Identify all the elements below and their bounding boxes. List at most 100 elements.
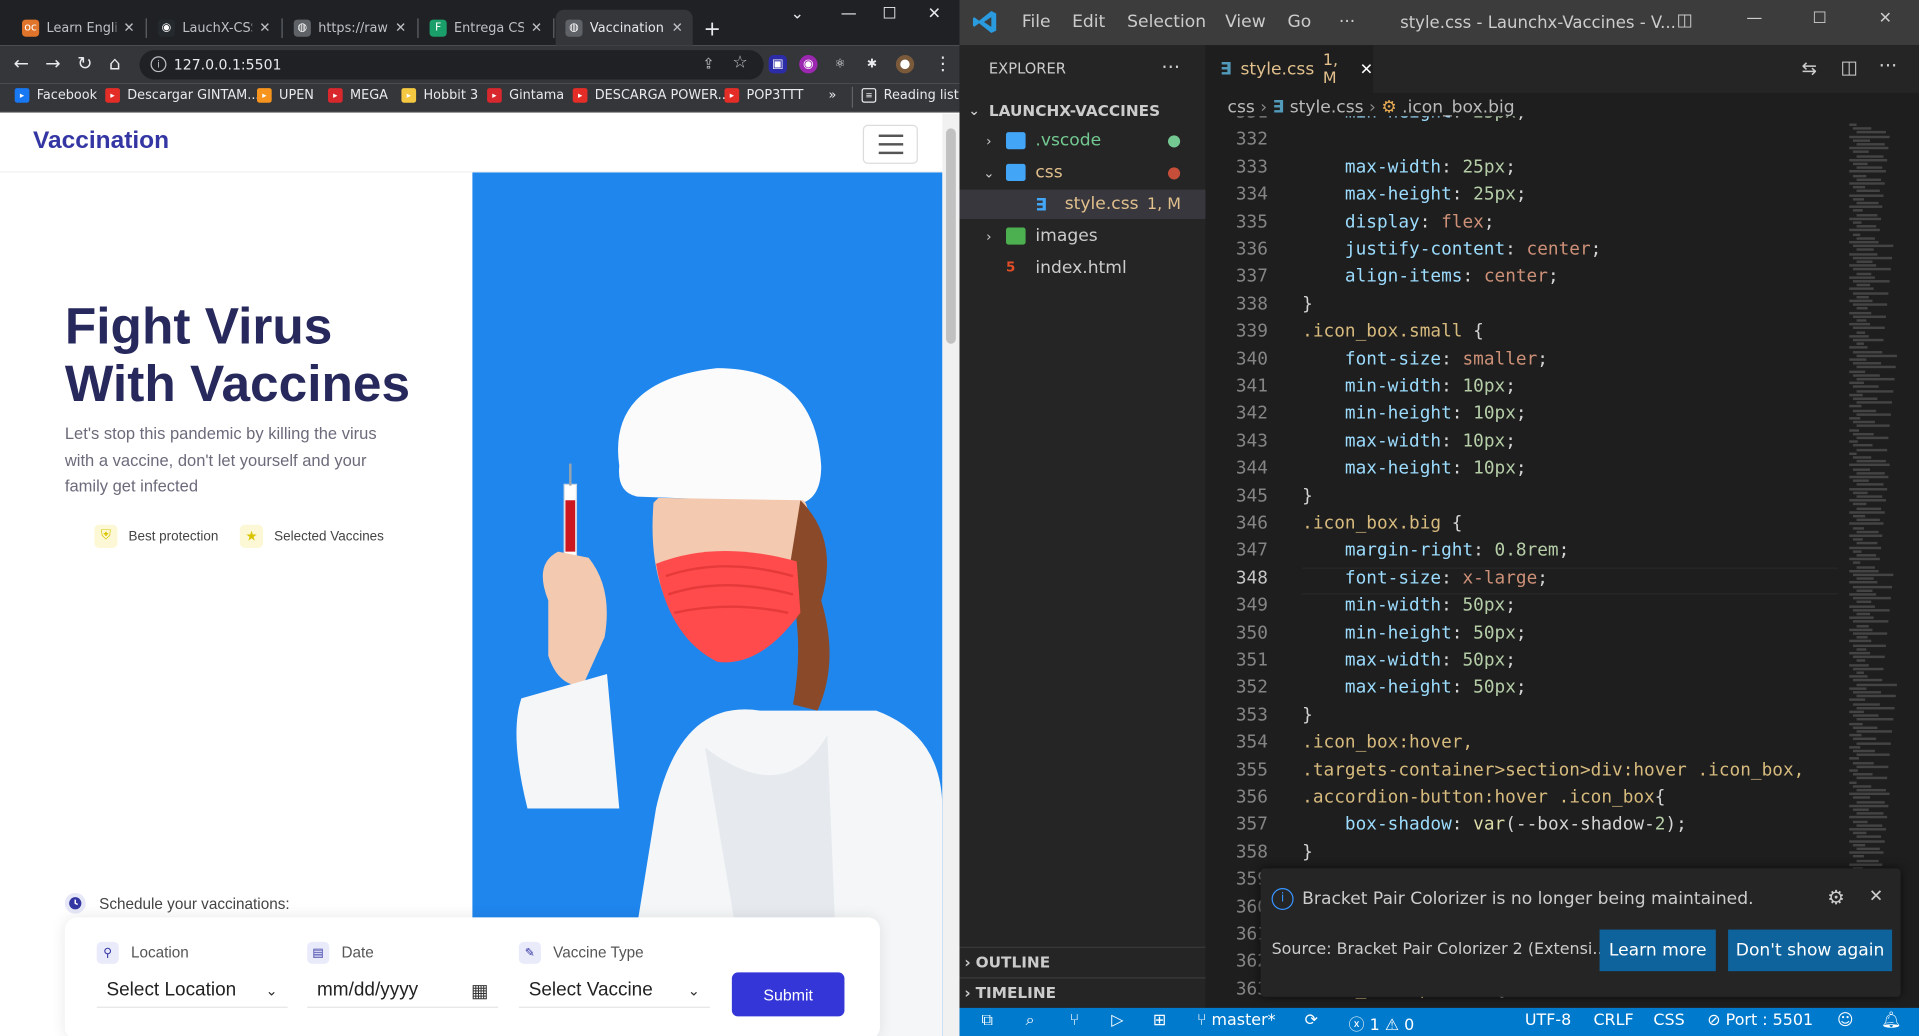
code-line[interactable]: .icon_box.big { bbox=[1302, 514, 1462, 534]
browser-tab[interactable]: oc Learn English ✕ bbox=[12, 10, 144, 45]
forward-icon[interactable]: → bbox=[45, 53, 60, 75]
date-input[interactable]: mm/dd/yyyy ▦ bbox=[307, 974, 499, 1008]
profile-avatar[interactable]: ● bbox=[895, 55, 915, 74]
close-window-icon[interactable]: ✕ bbox=[928, 5, 941, 23]
code-line[interactable]: max-width: 25px; bbox=[1302, 158, 1516, 178]
close-tab-icon[interactable]: ✕ bbox=[123, 20, 134, 36]
live-server-indicator[interactable]: ⊘ Port : 5501 bbox=[1707, 1012, 1813, 1030]
tree-item[interactable]: 5 index.html bbox=[959, 253, 1205, 282]
breadcrumb-item[interactable]: css bbox=[1228, 98, 1255, 118]
bookmark-item[interactable]: ▸ UPEN bbox=[257, 88, 314, 103]
code-line[interactable]: .targets-container>section>div:hover .ic… bbox=[1302, 760, 1804, 780]
bookmark-item[interactable]: ▸ MEGA bbox=[327, 88, 388, 103]
react-devtools-icon[interactable]: ⚛ bbox=[831, 55, 849, 73]
extension-icon[interactable]: ▣ bbox=[768, 55, 787, 74]
code-editor[interactable]: ∃ style.css 1, M ✕ ⇆ ◫ ··· css › ∃ style… bbox=[1205, 45, 1919, 1008]
dont-show-again-button[interactable]: Don't show again bbox=[1728, 929, 1893, 972]
bookmark-item[interactable]: ▸ DESCARGA POWER... bbox=[572, 88, 730, 103]
code-line[interactable]: max-height: 25px; bbox=[1302, 185, 1527, 205]
tree-item[interactable]: › images bbox=[959, 221, 1205, 250]
location-field[interactable]: ⚲ Location Select Location ⌄ bbox=[96, 941, 288, 1008]
bookmark-item[interactable]: ▸ POP3TTT bbox=[724, 88, 803, 103]
breadcrumb-item[interactable]: .icon_box.big bbox=[1402, 98, 1514, 118]
site-brand[interactable]: Vaccination bbox=[33, 127, 169, 155]
home-icon[interactable]: ⌂ bbox=[109, 53, 121, 75]
code-line[interactable]: .icon_box:hover, bbox=[1302, 733, 1473, 753]
page-scrollbar[interactable] bbox=[942, 113, 960, 1036]
outline-section[interactable]: › OUTLINE bbox=[959, 946, 1206, 976]
date-field[interactable]: ▤ Date mm/dd/yyyy ▦ bbox=[307, 941, 499, 1008]
close-tab-icon[interactable]: ✕ bbox=[531, 20, 542, 36]
code-line[interactable]: box-shadow: var(--box-shadow-2); bbox=[1302, 815, 1687, 835]
code-line[interactable]: align-items: center; bbox=[1302, 267, 1559, 287]
bookmark-star-icon[interactable]: ☆ bbox=[732, 53, 747, 73]
calendar-icon[interactable]: ▦ bbox=[471, 979, 488, 1001]
submit-button[interactable]: Submit bbox=[731, 972, 845, 1017]
tree-item[interactable]: ⌄ css ● bbox=[959, 158, 1205, 187]
menu-item[interactable]: Go bbox=[1287, 12, 1311, 32]
code-line[interactable]: } bbox=[1302, 842, 1313, 862]
eol-indicator[interactable]: CRLF bbox=[1593, 1012, 1633, 1030]
notifications-bell-icon[interactable]: 🔔︎ bbox=[1881, 1012, 1901, 1030]
back-icon[interactable]: ← bbox=[13, 53, 28, 75]
vaccine-type-field[interactable]: ✎ Vaccine Type Select Vaccine ⌄ bbox=[518, 941, 710, 1008]
browser-tab[interactable]: ◉ LauchX-CSS/ ✕ bbox=[148, 10, 280, 45]
extensions-icon[interactable]: ⊞ bbox=[1153, 1012, 1166, 1030]
menu-kebab-icon[interactable]: ⋮ bbox=[934, 53, 952, 75]
vaccine-select[interactable]: Select Vaccine ⌄ bbox=[518, 974, 710, 1008]
gear-icon[interactable]: ⚙ bbox=[1827, 886, 1845, 909]
code-line[interactable]: font-size: x-large; bbox=[1302, 569, 1548, 589]
share-icon[interactable]: ⇪ bbox=[702, 55, 714, 72]
bookmark-item[interactable]: ▸ Gintama bbox=[487, 88, 564, 103]
layout-icon[interactable]: ◫ bbox=[1677, 11, 1693, 31]
minimize-icon[interactable]: — bbox=[841, 5, 857, 23]
sync-icon[interactable]: ⟳ bbox=[1305, 1012, 1318, 1030]
open-changes-icon[interactable]: ⇆ bbox=[1802, 57, 1817, 79]
code-line[interactable]: font-size: smaller; bbox=[1302, 349, 1548, 369]
close-window-icon[interactable]: ✕ bbox=[1879, 10, 1892, 28]
reading-list-button[interactable]: ≡ Reading list bbox=[861, 88, 959, 103]
tree-item[interactable]: ∃ style.css 1, M bbox=[959, 189, 1206, 219]
close-icon[interactable]: ✕ bbox=[1869, 887, 1883, 907]
code-line[interactable]: max-width: 10px; bbox=[1302, 432, 1516, 452]
code-line[interactable]: } bbox=[1302, 706, 1313, 726]
source-control-icon[interactable]: ⑂ bbox=[1070, 1012, 1080, 1030]
code-line[interactable]: min-height: 50px; bbox=[1302, 623, 1527, 643]
code-line[interactable]: min-height: 25px; bbox=[1302, 116, 1527, 122]
address-bar[interactable]: i 127.0.0.1:5501 ⇪ ☆ bbox=[139, 50, 764, 80]
code-line[interactable]: } bbox=[1302, 486, 1313, 506]
split-editor-icon[interactable]: ◫ bbox=[1841, 56, 1858, 78]
browser-tab[interactable]: ◍ Vaccination ✕ bbox=[555, 9, 693, 46]
more-actions-icon[interactable]: ··· bbox=[1879, 54, 1898, 77]
menu-item[interactable]: Selection bbox=[1127, 12, 1206, 32]
browser-tab[interactable]: F Entrega CSS ✕ bbox=[420, 10, 552, 45]
code-line[interactable]: max-height: 10px; bbox=[1302, 459, 1527, 479]
editor-tab-style-css[interactable]: ∃ style.css 1, M ✕ bbox=[1205, 45, 1374, 93]
code-line[interactable]: justify-content: center; bbox=[1302, 240, 1601, 260]
bookmarks-overflow-button[interactable]: » bbox=[829, 88, 837, 103]
feedback-icon[interactable]: ☺ bbox=[1837, 1012, 1854, 1030]
code-line[interactable]: min-width: 10px; bbox=[1302, 377, 1516, 397]
bookmark-item[interactable]: ▸ Hobbit 3 bbox=[401, 88, 478, 103]
code-line[interactable]: margin-right: 0.8rem; bbox=[1302, 541, 1569, 561]
maximize-icon[interactable]: ☐ bbox=[1813, 10, 1827, 28]
menu-item[interactable]: ··· bbox=[1339, 12, 1355, 32]
code-line[interactable]: min-width: 50px; bbox=[1302, 596, 1516, 616]
menu-item[interactable]: Edit bbox=[1072, 12, 1105, 32]
encoding-indicator[interactable]: UTF-8 bbox=[1525, 1012, 1571, 1030]
location-select[interactable]: Select Location ⌄ bbox=[96, 974, 288, 1008]
close-tab-icon[interactable]: ✕ bbox=[672, 20, 683, 36]
search-icon[interactable]: ⌕ bbox=[1026, 1012, 1035, 1030]
extensions-puzzle-icon[interactable]: ✱ bbox=[863, 55, 881, 73]
close-tab-icon[interactable]: ✕ bbox=[259, 20, 270, 36]
maximize-icon[interactable]: ☐ bbox=[882, 5, 896, 23]
code-line[interactable]: min-height: 10px; bbox=[1302, 404, 1527, 424]
breadcrumb-item[interactable]: style.css bbox=[1290, 98, 1364, 118]
code-line[interactable]: display: flex; bbox=[1302, 212, 1495, 232]
code-line[interactable]: } bbox=[1302, 295, 1313, 315]
tree-item[interactable]: › .vscode ● bbox=[959, 126, 1205, 155]
code-line[interactable]: max-width: 50px; bbox=[1302, 651, 1516, 671]
bookmark-item[interactable]: ▸ Descargar GINTAM... bbox=[105, 88, 260, 103]
bookmark-item[interactable]: ▸ Facebook bbox=[14, 88, 97, 103]
close-tab-icon[interactable]: ✕ bbox=[395, 20, 406, 36]
